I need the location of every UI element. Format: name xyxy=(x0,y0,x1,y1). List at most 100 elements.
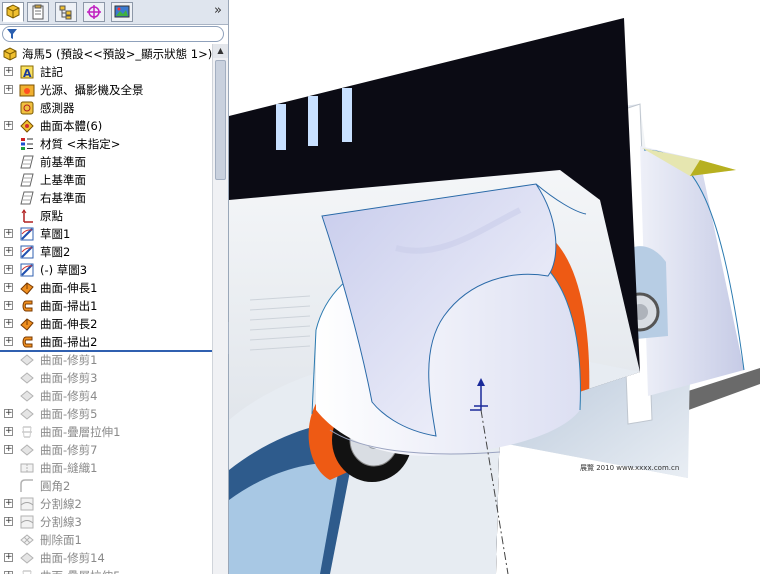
tree-item[interactable]: + 曲面-修剪7 xyxy=(0,441,212,459)
expand-toggle-icon[interactable]: + xyxy=(4,553,13,562)
tree-item-label: 上基準面 xyxy=(40,173,86,187)
property-manager-tab[interactable] xyxy=(27,2,49,22)
surface-trim-icon xyxy=(20,354,34,366)
more-tabs-button[interactable]: » xyxy=(214,3,222,18)
tree-item[interactable]: + (-) 草圖3 xyxy=(0,261,212,279)
tree-item-label: 材質 <未指定> xyxy=(40,137,121,151)
tree-item-label: 右基準面 xyxy=(40,191,86,205)
tree-item[interactable]: + 草圖2 xyxy=(0,243,212,261)
surface-extrude-icon xyxy=(20,282,34,295)
tree-item-label: (-) 草圖3 xyxy=(40,263,88,277)
surface-trim-icon xyxy=(20,390,34,402)
tree-item[interactable]: 曲面-修剪4 xyxy=(0,387,212,405)
tree-item[interactable]: + 曲面-掃出2 xyxy=(0,333,212,351)
crosshair-icon xyxy=(87,5,101,19)
tree-item[interactable]: 感測器 xyxy=(0,99,212,117)
tree-item[interactable]: 前基準面 xyxy=(0,153,212,171)
surface-trim-icon xyxy=(20,444,34,456)
tree-item[interactable]: + 曲面-掃出1 xyxy=(0,297,212,315)
delete-face-icon xyxy=(20,534,34,546)
expand-toggle-icon[interactable]: + xyxy=(4,427,13,436)
expand-toggle-icon[interactable]: + xyxy=(4,283,13,292)
origin-icon xyxy=(21,209,33,223)
lights-icon xyxy=(19,84,35,97)
tree-item[interactable]: 材質 <未指定> xyxy=(0,135,212,153)
tree-item-label: 曲面-掃出1 xyxy=(40,299,98,313)
tree-item[interactable]: 上基準面 xyxy=(0,171,212,189)
tree-scrollbar[interactable]: ▲ xyxy=(212,44,228,574)
sensor-icon xyxy=(20,101,34,115)
tree-item-label: 感測器 xyxy=(40,101,75,115)
expand-toggle-icon[interactable]: + xyxy=(4,67,13,76)
tree-item[interactable]: + 曲面-伸長1 xyxy=(0,279,212,297)
expand-toggle-icon[interactable]: + xyxy=(4,517,13,526)
tree-item[interactable]: 曲面-縫織1 xyxy=(0,459,212,477)
expand-toggle-icon[interactable]: + xyxy=(4,229,13,238)
expand-toggle-icon[interactable]: + xyxy=(4,265,13,274)
expand-toggle-icon[interactable]: + xyxy=(4,121,13,130)
tree-item[interactable]: + 光源、攝影機及全景 xyxy=(0,81,212,99)
split-line-icon xyxy=(20,515,34,529)
feature-tree-icon xyxy=(6,4,20,19)
fillet-icon xyxy=(20,479,33,492)
back-photo-watermark: 展覽 2010 www.xxxx.com.cn xyxy=(580,463,679,472)
tree-item[interactable]: + 曲面-伸長2 xyxy=(0,315,212,333)
plane-icon xyxy=(20,191,34,205)
tree-item-label: 草圖2 xyxy=(40,245,71,259)
tree-item[interactable]: + 曲面-修剪14 xyxy=(0,549,212,567)
tree-item[interactable]: 刪除面1 xyxy=(0,531,212,549)
scroll-thumb[interactable] xyxy=(215,60,226,180)
part-icon xyxy=(3,47,17,61)
plane-icon xyxy=(20,173,34,187)
feature-tree: 海馬5 (預設<<預設>_顯示狀態 1>) + A 註記 + 光源、攝影機及全景 感測器 +… xyxy=(0,44,212,574)
filter-icon xyxy=(7,29,17,39)
sketch-icon xyxy=(20,227,34,241)
expand-toggle-icon[interactable]: + xyxy=(4,337,13,346)
tree-item[interactable]: + A 註記 xyxy=(0,63,212,81)
tree-item[interactable]: 原點 xyxy=(0,207,212,225)
tree-item-label: 分割線2 xyxy=(40,497,82,511)
sketch-icon xyxy=(20,245,34,259)
tree-item[interactable]: + 曲面本體(6) xyxy=(0,117,212,135)
rollback-bar[interactable] xyxy=(0,350,212,352)
tree-item-label: 光源、攝影機及全景 xyxy=(40,83,144,97)
surface-trim-icon xyxy=(20,372,34,384)
expand-toggle-icon[interactable]: + xyxy=(4,409,13,418)
expand-toggle-icon[interactable]: + xyxy=(4,301,13,310)
svg-text:A: A xyxy=(23,67,32,80)
tree-item-label: 分割線3 xyxy=(40,515,82,529)
tree-item[interactable]: 曲面-修剪3 xyxy=(0,369,212,387)
graphics-viewport[interactable]: 展覽 2010 www.xxxx.com.cn 汽車·展覽 2010 xyxy=(229,0,760,574)
tree-item[interactable]: + 分割線3 xyxy=(0,513,212,531)
tree-item[interactable]: + 分割線2 xyxy=(0,495,212,513)
car-surface-body xyxy=(311,183,587,456)
configuration-manager-tab[interactable] xyxy=(55,2,77,22)
tree-item[interactable]: + 草圖1 xyxy=(0,225,212,243)
tree-item[interactable]: + 曲面-疊層拉伸1 xyxy=(0,423,212,441)
tree-item-label: 曲面-修剪14 xyxy=(40,551,105,565)
split-line-icon xyxy=(20,497,34,511)
tree-item[interactable]: 圓角2 xyxy=(0,477,212,495)
tree-item-label: 曲面-修剪7 xyxy=(40,443,98,457)
tree-root-part[interactable]: 海馬5 (預設<<預設>_顯示狀態 1>) xyxy=(0,45,212,63)
annotation-icon: A xyxy=(20,65,34,80)
tree-item-label: 草圖1 xyxy=(40,227,71,241)
surface-bodies-icon xyxy=(20,119,34,133)
expand-toggle-icon[interactable]: + xyxy=(4,319,13,328)
scroll-up-arrow-icon[interactable]: ▲ xyxy=(213,44,228,58)
tree-item[interactable]: 曲面-修剪1 xyxy=(0,351,212,369)
display-manager-tab[interactable] xyxy=(111,2,133,22)
expand-toggle-icon[interactable]: + xyxy=(4,85,13,94)
tree-item-label: 曲面-疊層拉伸5 xyxy=(40,567,120,574)
tree-item[interactable]: 右基準面 xyxy=(0,189,212,207)
tree-item[interactable]: +曲面-疊層拉伸5 xyxy=(0,567,212,574)
feature-manager-tab[interactable] xyxy=(2,2,24,22)
surface-extrude-icon xyxy=(20,318,34,331)
expand-toggle-icon[interactable]: + xyxy=(4,499,13,508)
tree-filter-input[interactable] xyxy=(2,26,224,42)
tree-item-label: 曲面-伸長1 xyxy=(40,281,98,295)
dimxpert-tab[interactable] xyxy=(83,2,105,22)
expand-toggle-icon[interactable]: + xyxy=(4,247,13,256)
tree-item[interactable]: + 曲面-修剪5 xyxy=(0,405,212,423)
expand-toggle-icon[interactable]: + xyxy=(4,445,13,454)
